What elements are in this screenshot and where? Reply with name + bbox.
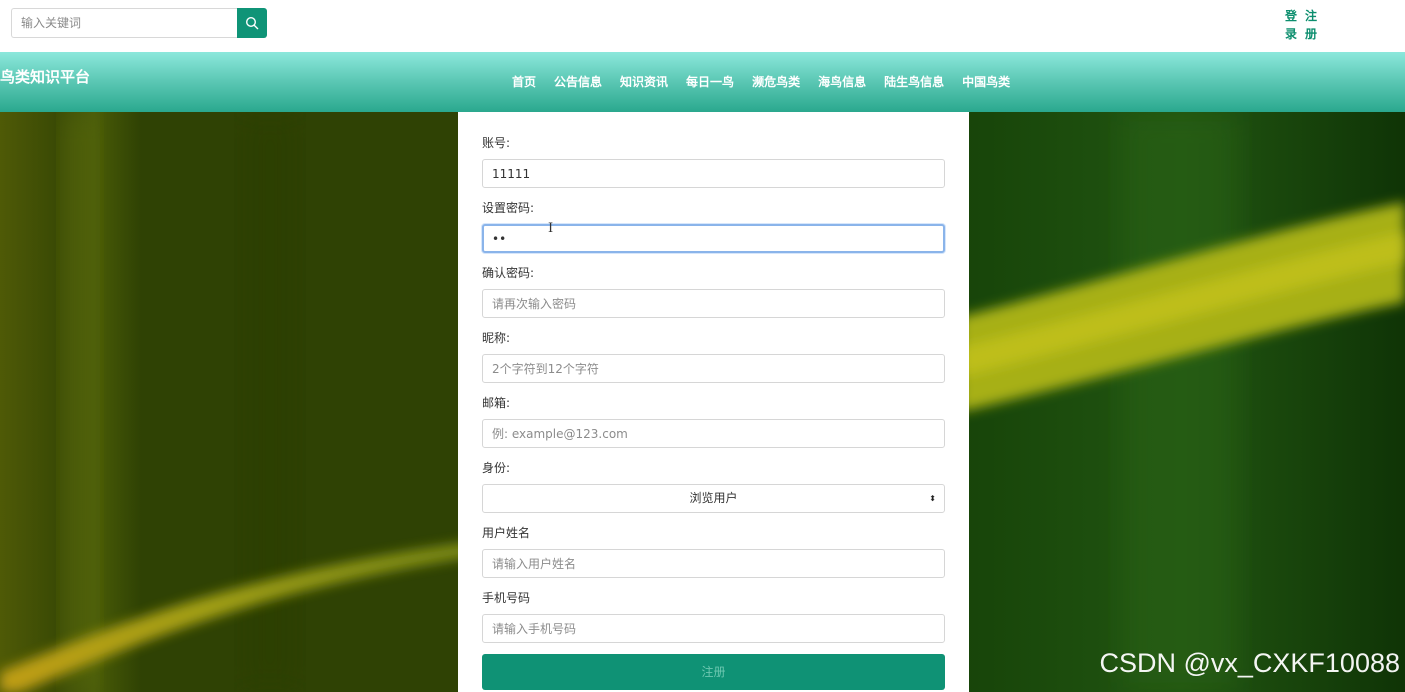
phone-input[interactable] — [482, 614, 945, 643]
role-selected-value: 浏览用户 — [689, 491, 738, 505]
login-char-2: 录 — [1285, 27, 1298, 41]
login-link[interactable]: 登 录 — [1285, 7, 1298, 43]
search-icon — [245, 16, 259, 30]
username-input[interactable] — [482, 549, 945, 578]
confirm-password-label: 确认密码: — [482, 266, 535, 280]
search-input[interactable] — [11, 8, 237, 38]
username-field: 用户姓名 — [482, 525, 945, 578]
email-field: 邮箱: — [482, 395, 945, 448]
account-label: 账号: — [482, 136, 511, 150]
nickname-label: 昵称: — [482, 331, 511, 345]
confirm-password-input[interactable] — [482, 289, 945, 318]
nickname-field: 昵称: — [482, 330, 945, 383]
register-link[interactable]: 注 册 — [1305, 7, 1318, 43]
account-input[interactable] — [482, 159, 945, 188]
password-label: 设置密码: — [482, 201, 535, 215]
role-field: 身份: 浏览用户 ⬍ — [482, 460, 945, 513]
register-button[interactable]: 注册 — [482, 654, 945, 690]
email-label: 邮箱: — [482, 396, 511, 410]
nav-menu: 首页 公告信息 知识资讯 每日一鸟 濒危鸟类 海鸟信息 陆生鸟信息 中国鸟类 — [512, 73, 1028, 90]
account-field: 账号: — [482, 135, 945, 188]
brand-title[interactable]: 鸟类知识平台 — [0, 66, 90, 87]
auth-links: 登 录 注 册 — [1285, 7, 1318, 43]
phone-label: 手机号码 — [482, 591, 531, 605]
username-label: 用户姓名 — [482, 526, 531, 540]
nav-item-daily-bird[interactable]: 每日一鸟 — [686, 73, 734, 90]
confirm-password-field: 确认密码: — [482, 265, 945, 318]
register-form: 账号: 设置密码: 确认密码: 昵称: 邮箱: 身份: 浏览用户 ⬍ 用户姓名 … — [458, 112, 969, 692]
nav-item-announcements[interactable]: 公告信息 — [554, 73, 602, 90]
nav-item-knowledge-news[interactable]: 知识资讯 — [620, 73, 668, 90]
login-char-1: 登 — [1285, 9, 1298, 23]
select-arrows-icon: ⬍ — [929, 494, 936, 503]
watermark: CSDN @vx_CXKF10088 — [1099, 648, 1400, 678]
role-label: 身份: — [482, 461, 511, 475]
nav-item-china-birds[interactable]: 中国鸟类 — [962, 73, 1010, 90]
search-box — [11, 8, 267, 38]
register-char-1: 注 — [1305, 9, 1318, 23]
main-navbar: 鸟类知识平台 首页 公告信息 知识资讯 每日一鸟 濒危鸟类 海鸟信息 陆生鸟信息… — [0, 52, 1405, 112]
email-input[interactable] — [482, 419, 945, 448]
search-button[interactable] — [237, 8, 267, 38]
role-select[interactable]: 浏览用户 ⬍ — [482, 484, 945, 513]
nav-item-home[interactable]: 首页 — [512, 73, 536, 90]
register-char-2: 册 — [1305, 27, 1318, 41]
nickname-input[interactable] — [482, 354, 945, 383]
nav-item-seabirds[interactable]: 海鸟信息 — [818, 73, 866, 90]
top-bar: 登 录 注 册 — [0, 0, 1405, 52]
phone-field: 手机号码 — [482, 590, 945, 643]
nav-item-land-birds[interactable]: 陆生鸟信息 — [884, 73, 944, 90]
text-cursor-icon: I — [548, 221, 554, 236]
nav-item-endangered-birds[interactable]: 濒危鸟类 — [752, 73, 800, 90]
